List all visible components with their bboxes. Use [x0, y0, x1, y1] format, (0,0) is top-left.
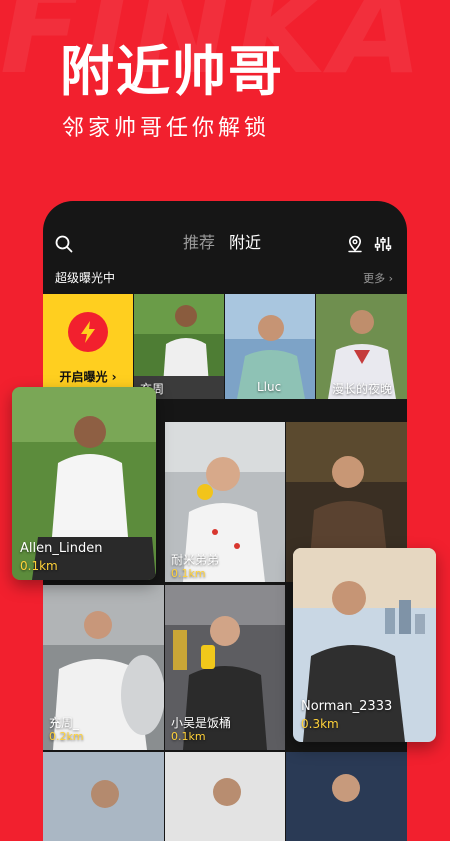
user-photo	[165, 752, 285, 841]
nearby-user-card[interactable]	[43, 752, 164, 841]
boost-button[interactable]: 开启曝光 ›	[43, 294, 133, 387]
user-name: 小吴是饭桶	[171, 716, 232, 730]
hero-subtitle: 邻家帅哥任你解锁	[62, 116, 271, 141]
user-name: 充周_	[49, 716, 80, 730]
boost-user-card[interactable]: 漫长的夜晚	[316, 294, 407, 399]
user-distance: 0.1km	[171, 567, 206, 580]
tab-recommend[interactable]: 推荐	[183, 232, 215, 254]
tab-nearby[interactable]: 附近	[229, 232, 261, 254]
user-name: 漫长的夜晚	[332, 382, 393, 396]
user-photo	[286, 752, 407, 841]
user-distance: 0.1km	[20, 559, 58, 573]
location-pin-icon[interactable]	[346, 235, 364, 253]
boost-user-card[interactable]: 充周	[134, 294, 224, 399]
boost-user-card[interactable]: Lluc	[225, 294, 315, 399]
more-link[interactable]: 更多 ›	[363, 270, 393, 286]
boost-badge	[68, 312, 108, 352]
lightning-icon	[81, 321, 95, 343]
nearby-user-card[interactable]	[165, 752, 285, 841]
boost-button-label: 开启曝光 ›	[59, 370, 117, 384]
tab-bar: 推荐 附近	[183, 232, 261, 254]
user-name: 耐米弟弟	[171, 553, 220, 567]
boost-section-title: 超级曝光中	[55, 271, 116, 285]
nearby-user-card[interactable]	[286, 752, 407, 841]
nearby-user-card[interactable]: 充周_ 0.2km	[43, 585, 164, 750]
boost-section-header: 超级曝光中 更多 ›	[43, 267, 407, 289]
nearby-user-card[interactable]: 耐米弟弟 0.1km	[165, 422, 285, 582]
filter-sliders-icon[interactable]	[374, 235, 392, 253]
user-distance: 0.2km	[49, 730, 84, 743]
user-photo	[43, 752, 164, 841]
user-distance: 0.3km	[301, 717, 339, 731]
nearby-user-card[interactable]: 小吴是饭桶 0.1km	[165, 585, 285, 750]
user-name: Lluc	[257, 380, 282, 394]
user-name: Norman_2333	[301, 699, 393, 714]
user-name: Allen_Linden	[20, 541, 103, 556]
hero-title: 附近帅哥	[60, 40, 284, 103]
featured-user-card[interactable]: Norman_2333 0.3km	[293, 548, 436, 742]
featured-user-card[interactable]: Allen_Linden 0.1km	[12, 387, 156, 580]
search-icon[interactable]	[55, 235, 73, 253]
user-distance: 0.1km	[171, 730, 206, 743]
top-nav-bar: 推荐 附近	[43, 201, 407, 263]
